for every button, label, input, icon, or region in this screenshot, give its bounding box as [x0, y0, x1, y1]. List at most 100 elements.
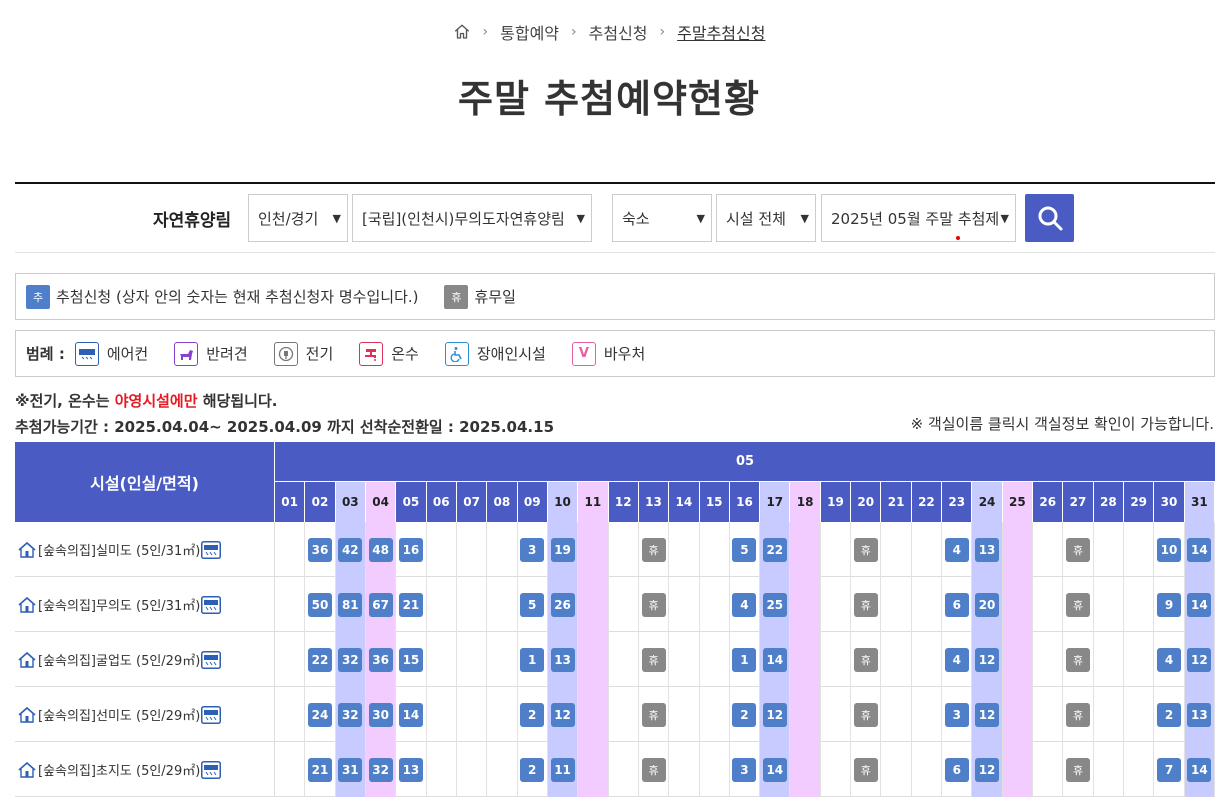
lottery-count-badge[interactable]: 16	[398, 537, 423, 562]
lottery-count-badge[interactable]: 12	[975, 757, 1000, 782]
day-cell-04[interactable]: 32	[365, 742, 397, 797]
day-cell-16[interactable]: 3	[730, 742, 761, 797]
lottery-count-badge[interactable]: 15	[398, 647, 423, 672]
lottery-count-badge[interactable]: 19	[550, 537, 575, 562]
lottery-count-badge[interactable]: 48	[368, 537, 393, 562]
lottery-count-badge[interactable]: 13	[975, 537, 1000, 562]
lottery-count-badge[interactable]: 31	[338, 757, 363, 782]
day-cell-02[interactable]: 21	[305, 742, 336, 797]
day-cell-10[interactable]: 19	[547, 522, 579, 577]
day-cell-24[interactable]: 20	[972, 577, 1003, 632]
lottery-count-badge[interactable]: 32	[338, 702, 363, 727]
day-cell-09[interactable]: 5	[518, 577, 548, 632]
day-cell-23[interactable]: 4	[942, 522, 973, 577]
facility-name[interactable]: [숲속의집]선미도 (5인/29㎡)	[15, 687, 275, 742]
lottery-count-badge[interactable]: 2	[732, 702, 757, 727]
lottery-count-badge[interactable]: 5	[732, 537, 757, 562]
day-cell-16[interactable]: 5	[730, 522, 761, 577]
day-cell-03[interactable]: 81	[335, 577, 366, 632]
lottery-count-badge[interactable]: 7	[1157, 757, 1181, 782]
day-cell-09[interactable]: 3	[518, 522, 548, 577]
lottery-count-badge[interactable]: 1	[732, 647, 757, 672]
lottery-count-badge[interactable]: 4	[732, 592, 757, 617]
region-select[interactable]: 인천/경기 ▼	[248, 194, 348, 242]
day-cell-09[interactable]: 2	[518, 742, 548, 797]
period-select[interactable]: 2025년 05월 주말 추첨제 ▼	[821, 194, 1016, 242]
day-cell-03[interactable]: 32	[335, 687, 366, 742]
day-cell-10[interactable]: 13	[547, 632, 579, 687]
lottery-count-badge[interactable]: 81	[338, 592, 363, 617]
day-cell-24[interactable]: 12	[972, 632, 1003, 687]
day-cell-30[interactable]: 7	[1154, 742, 1185, 797]
day-cell-23[interactable]: 3	[942, 687, 973, 742]
search-button[interactable]	[1025, 194, 1074, 242]
day-cell-02[interactable]: 22	[305, 632, 336, 687]
facility-name[interactable]: [숲속의집]실미도 (5인/31㎡)	[15, 522, 275, 577]
lottery-count-badge[interactable]: 6	[944, 757, 969, 782]
day-cell-04[interactable]: 48	[365, 522, 397, 577]
lottery-count-badge[interactable]: 24	[307, 702, 332, 727]
day-cell-31[interactable]: 14	[1184, 742, 1215, 797]
day-cell-17[interactable]: 14	[760, 742, 791, 797]
lottery-count-badge[interactable]: 25	[762, 592, 787, 617]
day-cell-24[interactable]: 12	[972, 687, 1003, 742]
day-cell-03[interactable]: 31	[335, 742, 366, 797]
day-cell-05[interactable]: 21	[396, 577, 427, 632]
day-cell-04[interactable]: 30	[365, 687, 397, 742]
lottery-count-badge[interactable]: 4	[944, 647, 969, 672]
day-cell-05[interactable]: 15	[396, 632, 427, 687]
day-cell-24[interactable]: 13	[972, 522, 1003, 577]
lottery-count-badge[interactable]: 13	[1187, 702, 1212, 727]
day-cell-31[interactable]: 14	[1184, 522, 1215, 577]
day-cell-09[interactable]: 2	[518, 687, 548, 742]
facility-select[interactable]: 시설 전체 ▼	[716, 194, 816, 242]
lottery-count-badge[interactable]: 5	[520, 592, 545, 617]
day-cell-30[interactable]: 2	[1154, 687, 1185, 742]
facility-name[interactable]: [숲속의집]굴업도 (5인/29㎡)	[15, 632, 275, 687]
lottery-count-badge[interactable]: 67	[368, 592, 393, 617]
lottery-count-badge[interactable]: 14	[1187, 757, 1212, 782]
day-cell-30[interactable]: 9	[1154, 577, 1185, 632]
day-cell-05[interactable]: 16	[396, 522, 427, 577]
lottery-count-badge[interactable]: 32	[338, 647, 363, 672]
day-cell-24[interactable]: 12	[972, 742, 1003, 797]
lottery-count-badge[interactable]: 20	[975, 592, 1000, 617]
lottery-count-badge[interactable]: 4	[1157, 647, 1181, 672]
day-cell-16[interactable]: 2	[730, 687, 761, 742]
lottery-count-badge[interactable]: 13	[550, 647, 575, 672]
day-cell-17[interactable]: 12	[760, 687, 791, 742]
day-cell-23[interactable]: 4	[942, 632, 973, 687]
day-cell-30[interactable]: 4	[1154, 632, 1185, 687]
day-cell-17[interactable]: 14	[760, 632, 791, 687]
day-cell-10[interactable]: 11	[547, 742, 579, 797]
lottery-count-badge[interactable]: 6	[944, 592, 969, 617]
day-cell-02[interactable]: 24	[305, 687, 336, 742]
home-icon[interactable]	[453, 23, 471, 41]
lottery-count-badge[interactable]: 21	[398, 592, 423, 617]
lottery-count-badge[interactable]: 14	[762, 757, 787, 782]
day-cell-09[interactable]: 1	[518, 632, 548, 687]
day-cell-31[interactable]: 13	[1184, 687, 1215, 742]
day-cell-03[interactable]: 32	[335, 632, 366, 687]
lottery-count-badge[interactable]: 2	[1157, 702, 1181, 727]
day-cell-04[interactable]: 67	[365, 577, 397, 632]
lottery-count-badge[interactable]: 12	[762, 702, 787, 727]
type-select[interactable]: 숙소 ▼	[612, 194, 712, 242]
day-cell-30[interactable]: 10	[1154, 522, 1185, 577]
breadcrumb-item[interactable]: 통합예약	[500, 20, 559, 44]
lottery-count-badge[interactable]: 36	[307, 537, 332, 562]
facility-name[interactable]: [숲속의집]초지도 (5인/29㎡)	[15, 742, 275, 797]
lottery-count-badge[interactable]: 30	[368, 702, 393, 727]
lottery-count-badge[interactable]: 14	[1187, 592, 1212, 617]
breadcrumb-current[interactable]: 주말추첨신청	[677, 20, 765, 44]
lottery-count-badge[interactable]: 14	[1187, 537, 1212, 562]
lottery-count-badge[interactable]: 13	[398, 757, 423, 782]
facility-name[interactable]: [숲속의집]무의도 (5인/31㎡)	[15, 577, 275, 632]
lottery-count-badge[interactable]: 2	[520, 757, 545, 782]
lottery-count-badge[interactable]: 3	[520, 537, 545, 562]
lottery-count-badge[interactable]: 22	[762, 537, 787, 562]
day-cell-23[interactable]: 6	[942, 577, 973, 632]
lottery-count-badge[interactable]: 26	[550, 592, 575, 617]
day-cell-10[interactable]: 12	[547, 687, 579, 742]
lottery-count-badge[interactable]: 12	[550, 702, 575, 727]
